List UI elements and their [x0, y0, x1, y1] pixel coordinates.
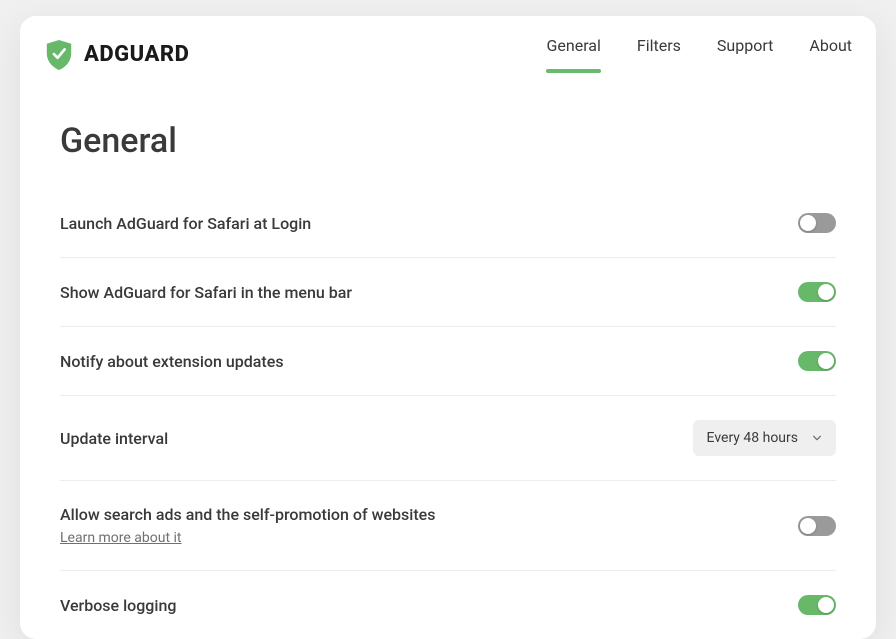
label-notify-updates: Notify about extension updates	[60, 352, 284, 371]
nav-tabs: General Filters Support About	[546, 36, 852, 73]
row-show-menu-bar: Show AdGuard for Safari in the menu bar	[60, 258, 836, 327]
label-launch-at-login: Launch AdGuard for Safari at Login	[60, 214, 311, 233]
content: General Launch AdGuard for Safari at Log…	[20, 73, 876, 639]
toggle-allow-search-ads[interactable]	[798, 516, 836, 536]
shield-icon	[44, 38, 74, 72]
toggle-knob	[818, 597, 834, 613]
tab-support[interactable]: Support	[717, 36, 773, 73]
brand: ADGUARD	[44, 38, 189, 72]
settings-window: ADGUARD General Filters Support About Ge…	[20, 16, 876, 639]
row-notify-updates: Notify about extension updates	[60, 327, 836, 396]
row-update-interval: Update interval Every 48 hours	[60, 396, 836, 481]
toggle-knob	[818, 284, 834, 300]
toggle-notify-updates[interactable]	[798, 351, 836, 371]
row-launch-at-login: Launch AdGuard for Safari at Login	[60, 189, 836, 258]
brand-name: ADGUARD	[84, 42, 189, 67]
toggle-knob	[800, 518, 816, 534]
toggle-knob	[800, 215, 816, 231]
tab-filters[interactable]: Filters	[637, 36, 681, 73]
dropdown-update-interval[interactable]: Every 48 hours	[693, 420, 836, 456]
chevron-down-icon	[812, 433, 822, 443]
tab-general[interactable]: General	[546, 36, 600, 73]
label-allow-search-ads: Allow search ads and the self-promotion …	[60, 505, 435, 524]
row-verbose-logging: Verbose logging	[60, 571, 836, 639]
toggle-show-menu-bar[interactable]	[798, 282, 836, 302]
toggle-launch-at-login[interactable]	[798, 213, 836, 233]
toggle-verbose-logging[interactable]	[798, 595, 836, 615]
link-learn-more[interactable]: Learn more about it	[60, 530, 182, 546]
header: ADGUARD General Filters Support About	[20, 16, 876, 73]
row-allow-search-ads: Allow search ads and the self-promotion …	[60, 481, 836, 571]
dropdown-selected: Every 48 hours	[707, 430, 798, 446]
label-update-interval: Update interval	[60, 429, 168, 448]
tab-about[interactable]: About	[809, 36, 852, 73]
toggle-knob	[818, 353, 834, 369]
page-title: General	[60, 121, 836, 161]
label-show-menu-bar: Show AdGuard for Safari in the menu bar	[60, 283, 352, 302]
